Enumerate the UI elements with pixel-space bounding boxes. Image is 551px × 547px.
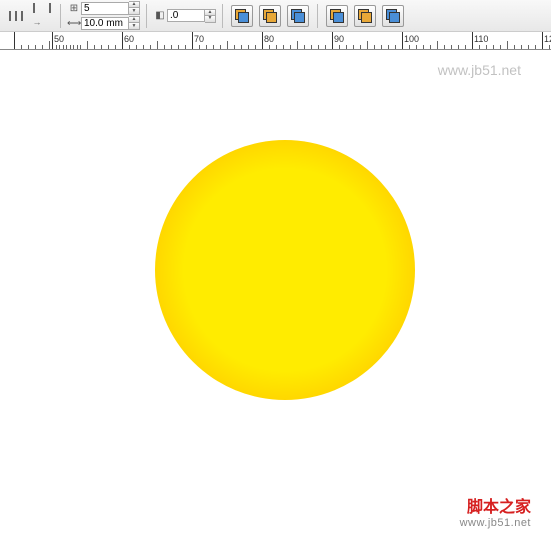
group-button-3[interactable] (382, 5, 404, 27)
ungroup-all-icon (386, 9, 400, 23)
ungroup-icon (358, 9, 372, 23)
drawing-canvas[interactable]: www.jb51.net 脚本之家 www.jb51.net (0, 50, 551, 547)
segments-field-group: ⊞ ▲ ▼ ⟷ ▲ ▼ (67, 1, 140, 30)
group-button-1[interactable] (326, 5, 348, 27)
spinner-down[interactable]: ▼ (129, 23, 139, 29)
horizontal-ruler: 5060708090100110120 (0, 32, 551, 50)
gradient-circle-shape[interactable] (155, 140, 415, 400)
segments-icon: ⊞ (67, 3, 81, 14)
clone-button-3[interactable] (287, 5, 309, 27)
clone-overlap-icon (235, 9, 249, 23)
segments-input[interactable] (81, 2, 129, 15)
separator (60, 4, 61, 28)
property-toolbar: ⊞ ▲ ▼ ⟷ ▲ ▼ ◧ ▲ ▼ (0, 0, 551, 32)
clone-front-icon (263, 9, 277, 23)
watermark-top: www.jb51.net (438, 62, 521, 78)
clone-back-icon (291, 9, 305, 23)
spinner-down[interactable]: ▼ (205, 16, 215, 22)
distribute-icon (9, 11, 23, 21)
group-button-2[interactable] (354, 5, 376, 27)
separator (146, 4, 147, 28)
watermark-text-cn: 脚本之家 (460, 493, 531, 517)
spacing-icon: ⟷ (67, 18, 81, 29)
group-icon (330, 9, 344, 23)
segments-spinner[interactable]: ▲ ▼ (129, 1, 140, 15)
clone-button-1[interactable] (231, 5, 253, 27)
spacing-input[interactable] (81, 17, 129, 30)
distribute-right-button[interactable] (30, 4, 54, 28)
separator (222, 4, 223, 28)
offset-input[interactable] (167, 9, 205, 22)
watermark: 脚本之家 www.jb51.net (460, 493, 531, 529)
offset-spinner[interactable]: ▲ ▼ (205, 9, 216, 23)
clone-button-2[interactable] (259, 5, 281, 27)
separator (317, 4, 318, 28)
spinner-down[interactable]: ▼ (129, 8, 139, 14)
spacing-spinner[interactable]: ▲ ▼ (129, 16, 140, 30)
distribute-left-button[interactable] (4, 4, 28, 28)
offset-icon: ◧ (153, 10, 167, 21)
distribute-spacing-icon (33, 3, 51, 28)
offset-field-group: ◧ ▲ ▼ (153, 9, 216, 23)
watermark-url: www.jb51.net (460, 517, 531, 529)
